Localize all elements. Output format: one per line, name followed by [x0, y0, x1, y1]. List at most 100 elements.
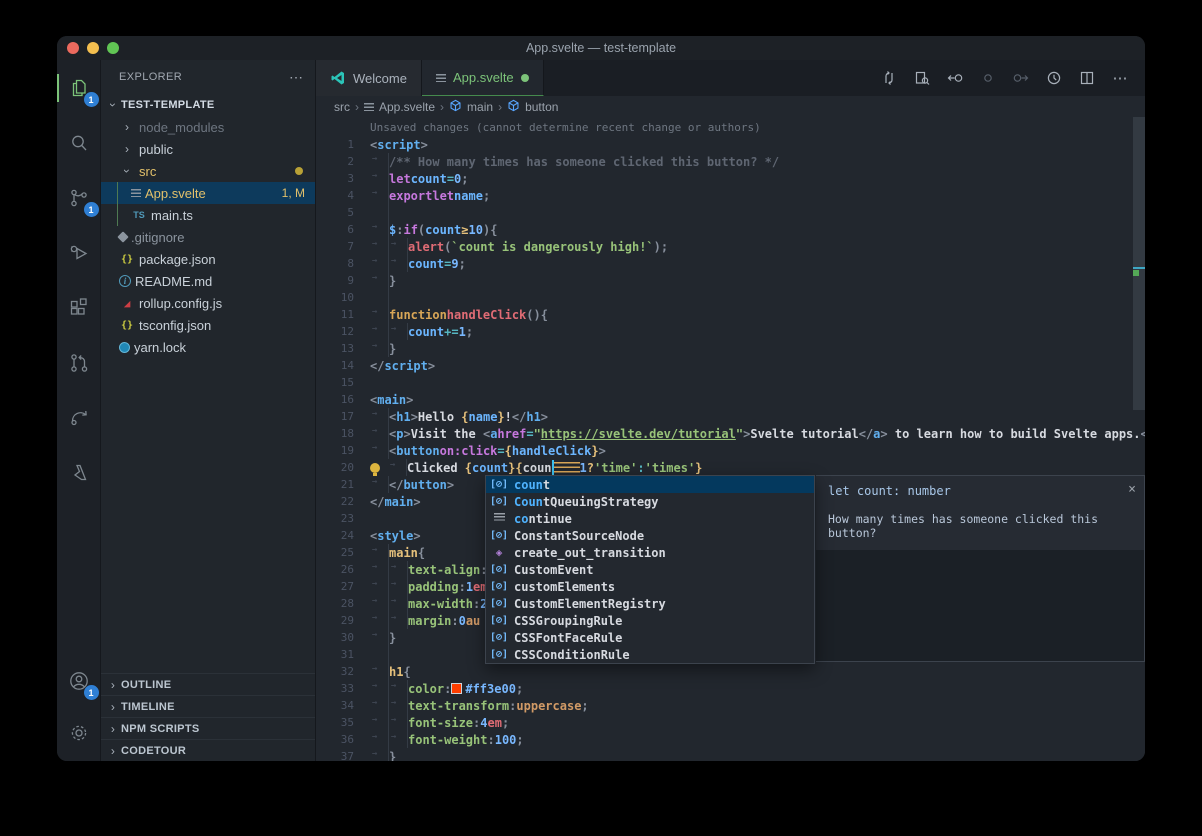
line-number[interactable]: 27 — [316, 580, 354, 593]
line-number[interactable]: 3 — [316, 172, 354, 185]
line-number[interactable]: 19 — [316, 444, 354, 457]
line-number[interactable]: 14 — [316, 359, 354, 372]
azure-icon[interactable] — [63, 457, 95, 489]
line-number[interactable]: 21 — [316, 478, 354, 491]
code-line-content[interactable]: →} — [370, 629, 396, 646]
code-line-content[interactable]: </main> — [370, 493, 421, 510]
tree-item-rollup.config.js[interactable]: ◢rollup.config.js — [101, 292, 315, 314]
github-pr-icon[interactable] — [63, 347, 95, 379]
code-line-content[interactable]: →<button on:click={handleClick}> — [370, 442, 606, 459]
next-change-icon[interactable] — [1008, 65, 1034, 91]
code-line-content[interactable]: →</button> — [370, 476, 454, 493]
split-editor-icon[interactable] — [1074, 65, 1100, 91]
code-line-content[interactable]: <script> — [370, 136, 428, 153]
tree-item-src[interactable]: src — [101, 160, 315, 182]
extensions-icon[interactable] — [63, 292, 95, 324]
breadcrumb-src[interactable]: src — [334, 100, 350, 114]
suggest-item-count[interactable]: [⊘]count — [486, 476, 814, 493]
code-line-content[interactable]: →<p>Visit the <a href="https://svelte.de… — [370, 425, 1145, 442]
code-line-content[interactable] — [370, 289, 389, 306]
code-line-content[interactable]: →function handleClick() { — [370, 306, 548, 323]
code-line-content[interactable]: →→text-align: c — [370, 561, 495, 578]
line-number[interactable]: 2 — [316, 155, 354, 168]
line-number[interactable]: 1 — [316, 138, 354, 151]
suggest-item-CountQueuingStrategy[interactable]: [⊘]CountQueuingStrategy — [486, 493, 814, 510]
line-number[interactable]: 7 — [316, 240, 354, 253]
code-line-content[interactable]: →→max-width: 2 — [370, 595, 488, 612]
explorer-more-actions-icon[interactable] — [289, 69, 303, 86]
code-line-content[interactable]: Unsaved changes (cannot determine recent… — [370, 119, 761, 136]
tree-item-tsconfig.json[interactable]: {}tsconfig.json — [101, 314, 315, 336]
code-line-content[interactable]: →main { — [370, 544, 425, 561]
code-line-content[interactable]: →let count = 0; — [370, 170, 469, 187]
suggest-item-ConstantSourceNode[interactable]: [⊘]ConstantSourceNode — [486, 527, 814, 544]
source-control-icon[interactable]: 1 — [63, 182, 95, 214]
close-window-button[interactable] — [67, 42, 79, 54]
code-line-content[interactable]: →export let name; — [370, 187, 490, 204]
tab-welcome[interactable]: Welcome — [316, 60, 422, 96]
close-icon[interactable] — [1128, 482, 1136, 497]
settings-gear-icon[interactable] — [63, 717, 95, 749]
code-line-content[interactable]: →→count += 1; — [370, 323, 473, 340]
line-number[interactable]: 31 — [316, 648, 354, 661]
open-preview-icon[interactable] — [909, 65, 935, 91]
titlebar[interactable]: App.svelte — test-template — [57, 36, 1145, 60]
code-line-content[interactable]: →h1 { — [370, 663, 411, 680]
code-editor[interactable]: Unsaved changes (cannot determine recent… — [316, 117, 1145, 761]
open-changes-icon[interactable] — [876, 65, 902, 91]
code-line-content[interactable]: →$: if (count ≥ 10) { — [370, 221, 497, 238]
line-number[interactable]: 23 — [316, 512, 354, 525]
line-number[interactable]: 16 — [316, 393, 354, 406]
change-circle-icon[interactable] — [975, 65, 1001, 91]
code-line-content[interactable]: →→font-size: 4em; — [370, 714, 509, 731]
suggest-item-CustomElementRegistry[interactable]: [⊘]CustomElementRegistry — [486, 595, 814, 612]
tree-item-node_modules[interactable]: node_modules — [101, 116, 315, 138]
code-line-content[interactable]: →} — [370, 272, 396, 289]
account-icon[interactable]: 1 — [63, 665, 95, 697]
file-history-icon[interactable] — [1041, 65, 1067, 91]
panel-timeline[interactable]: TIMELINE — [101, 695, 315, 717]
code-line-content[interactable]: →→count = 9; — [370, 255, 466, 272]
breadcrumb-button[interactable]: button — [507, 99, 558, 115]
suggest-item-CSSGroupingRule[interactable]: [⊘]CSSGroupingRule — [486, 612, 814, 629]
code-line-content[interactable]: →} — [370, 340, 396, 357]
line-number[interactable]: 37 — [316, 750, 354, 761]
code-line-content[interactable]: </script> — [370, 357, 435, 374]
line-number[interactable]: 26 — [316, 563, 354, 576]
line-number[interactable]: 12 — [316, 325, 354, 338]
line-number[interactable]: 6 — [316, 223, 354, 236]
code-line-content[interactable] — [370, 204, 389, 221]
line-number[interactable]: 5 — [316, 206, 354, 219]
breadcrumb-file[interactable]: App.svelte — [364, 100, 435, 114]
suggest-item-customElements[interactable]: [⊘]customElements — [486, 578, 814, 595]
line-number[interactable]: 32 — [316, 665, 354, 678]
line-number[interactable]: 10 — [316, 291, 354, 304]
line-number[interactable]: 28 — [316, 597, 354, 610]
run-debug-icon[interactable] — [63, 237, 95, 269]
line-number[interactable]: 17 — [316, 410, 354, 423]
code-line-content[interactable]: →} — [370, 748, 396, 761]
line-number[interactable]: 13 — [316, 342, 354, 355]
panel-npm-scripts[interactable]: NPM SCRIPTS — [101, 717, 315, 739]
line-number[interactable]: 4 — [316, 189, 354, 202]
code-line-content[interactable]: →→text-transform: uppercase; — [370, 697, 589, 714]
explorer-icon[interactable]: 1 — [63, 72, 95, 104]
tree-item-App.svelte[interactable]: App.svelte1, M — [101, 182, 315, 204]
line-number[interactable]: 20 — [316, 461, 354, 474]
panel-codetour[interactable]: CODETOUR — [101, 739, 315, 761]
live-share-icon[interactable] — [63, 402, 95, 434]
line-number[interactable]: 25 — [316, 546, 354, 559]
suggest-item-continue[interactable]: continue — [486, 510, 814, 527]
tree-item-package.json[interactable]: {}package.json — [101, 248, 315, 270]
code-line-content[interactable]: →→alert(`count is dangerously high!`); — [370, 238, 668, 255]
code-line-content[interactable]: →→padding: 1em — [370, 578, 488, 595]
search-icon[interactable] — [63, 127, 95, 159]
tree-item-yarn.lock[interactable]: yarn.lock — [101, 336, 315, 358]
line-number[interactable]: 18 — [316, 427, 354, 440]
code-line-content[interactable]: →→margin: 0 au — [370, 612, 480, 629]
tab-app-svelte[interactable]: App.svelte — [422, 60, 544, 96]
line-number[interactable]: 30 — [316, 631, 354, 644]
tree-item-README.md[interactable]: iREADME.md — [101, 270, 315, 292]
tree-item-public[interactable]: public — [101, 138, 315, 160]
previous-change-icon[interactable] — [942, 65, 968, 91]
